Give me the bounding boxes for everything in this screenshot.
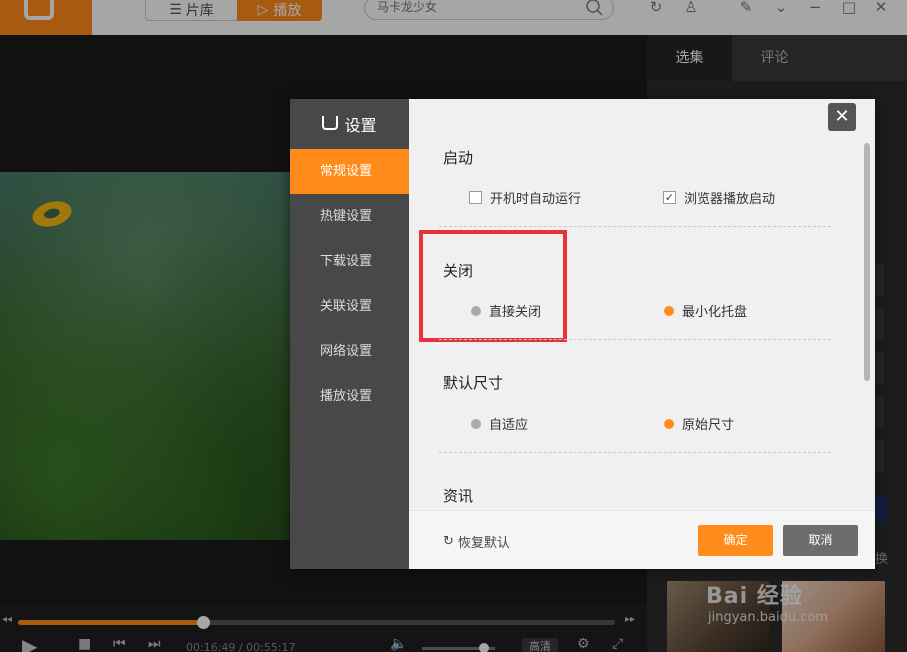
- radio-minimize-tray[interactable]: [664, 305, 674, 316]
- section-size-title: 默认尺寸: [443, 374, 504, 392]
- restore-default-label: 恢复默认: [457, 536, 510, 551]
- highlight-annotation: [419, 230, 567, 342]
- checkbox-browser-launch[interactable]: ✓: [663, 191, 676, 204]
- settings-title: 设置: [290, 99, 409, 149]
- option-auto-run[interactable]: 开机时自动运行: [469, 188, 581, 207]
- divider: [439, 339, 831, 340]
- settings-footer: ↻ 恢复默认 确定 取消: [409, 510, 875, 569]
- nav-association[interactable]: 关联设置: [290, 284, 409, 329]
- option-label: 自适应: [489, 418, 529, 433]
- scrollbar[interactable]: [864, 143, 870, 381]
- divider: [439, 226, 831, 227]
- radio-adaptive[interactable]: [471, 418, 481, 429]
- close-icon[interactable]: ✕: [828, 103, 856, 131]
- mango-logo-icon: [322, 116, 339, 130]
- option-adaptive[interactable]: 自适应: [471, 414, 528, 433]
- settings-title-text: 设置: [344, 116, 377, 135]
- option-browser-launch[interactable]: ✓ 浏览器播放启动: [663, 188, 775, 207]
- nav-playback[interactable]: 播放设置: [290, 374, 409, 419]
- section-startup-title: 启动: [443, 149, 474, 167]
- nav-download[interactable]: 下载设置: [290, 239, 409, 284]
- radio-direct-close[interactable]: [471, 305, 481, 316]
- restore-default-button[interactable]: ↻ 恢复默认: [443, 532, 510, 551]
- option-label: 最小化托盘: [682, 305, 748, 320]
- ok-button[interactable]: 确定: [698, 525, 773, 556]
- cancel-button[interactable]: 取消: [783, 525, 858, 556]
- settings-content: 启动 开机时自动运行 ✓ 浏览器播放启动 关闭 直接关闭 最小化托盘 默认尺寸 …: [409, 99, 875, 569]
- settings-dialog: 设置 常规设置 热键设置 下载设置 关联设置 网络设置 播放设置 启动 开机时自…: [290, 99, 875, 569]
- option-label: 浏览器播放启动: [684, 192, 776, 207]
- nav-network[interactable]: 网络设置: [290, 329, 409, 374]
- divider: [439, 452, 831, 453]
- option-original-size[interactable]: 原始尺寸: [664, 414, 734, 433]
- section-close-title: 关闭: [443, 262, 474, 280]
- option-label: 直接关闭: [489, 305, 542, 320]
- option-minimize-tray[interactable]: 最小化托盘: [664, 301, 747, 320]
- refresh-icon: ↻: [443, 534, 454, 549]
- nav-hotkeys[interactable]: 热键设置: [290, 194, 409, 239]
- nav-general[interactable]: 常规设置: [290, 149, 409, 194]
- settings-sidebar: 设置 常规设置 热键设置 下载设置 关联设置 网络设置 播放设置: [290, 99, 409, 569]
- option-label: 原始尺寸: [682, 418, 735, 433]
- checkbox-auto-run[interactable]: [469, 191, 482, 204]
- option-label: 开机时自动运行: [490, 192, 582, 207]
- section-news-title: 资讯: [443, 487, 474, 505]
- option-direct-close[interactable]: 直接关闭: [471, 301, 541, 320]
- radio-original-size[interactable]: [664, 418, 674, 429]
